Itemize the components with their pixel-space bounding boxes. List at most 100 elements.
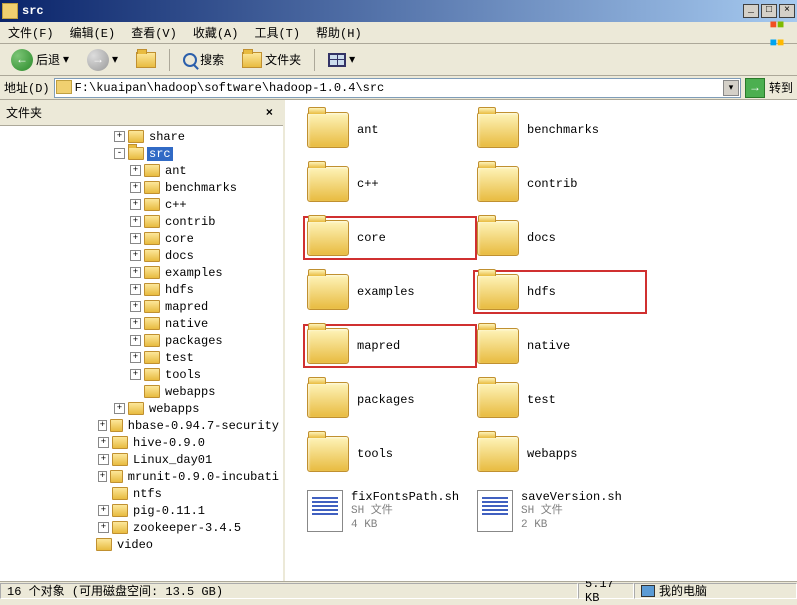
folder-icon <box>144 283 160 296</box>
folder-item-tools[interactable]: tools <box>305 434 475 474</box>
tree-expander[interactable]: + <box>98 454 109 465</box>
folder-icon <box>128 147 144 160</box>
folders-button[interactable]: 文件夹 <box>235 48 308 71</box>
folder-tree[interactable]: +share - src+ant+benchmarks+c+++contrib+co… <box>0 126 283 581</box>
tree-expander[interactable]: + <box>114 403 125 414</box>
tree-expander[interactable]: + <box>130 335 141 346</box>
item-name: benchmarks <box>527 123 599 137</box>
tree-item-zookeeper-3.4.5[interactable]: +zookeeper-3.4.5 <box>2 519 281 536</box>
tree-expander[interactable]: + <box>130 369 141 380</box>
menu-favorites[interactable]: 收藏(A) <box>185 21 247 44</box>
tree-expander[interactable]: + <box>130 182 141 193</box>
tree-expander[interactable]: + <box>130 267 141 278</box>
item-name: c++ <box>357 177 379 191</box>
tree-item-c++[interactable]: +c++ <box>2 196 281 213</box>
tree-expander[interactable]: + <box>98 505 109 516</box>
go-label: 转到 <box>769 79 793 96</box>
tree-item-tools[interactable]: +tools <box>2 366 281 383</box>
address-dropdown-button[interactable]: ▾ <box>723 80 739 96</box>
folder-item-examples[interactable]: examples <box>305 272 475 312</box>
file-icon <box>477 490 513 532</box>
folder-item-native[interactable]: native <box>475 326 645 366</box>
file-item-fixFontsPath.sh[interactable]: fixFontsPath.shSH 文件4 KB <box>305 488 475 534</box>
menu-help[interactable]: 帮助(H) <box>308 21 370 44</box>
tree-expander[interactable]: + <box>130 233 141 244</box>
tree-item-Linux_day01[interactable]: +Linux_day01 <box>2 451 281 468</box>
menu-edit[interactable]: 编辑(E) <box>62 21 124 44</box>
tree-item-hive-0.9.0[interactable]: +hive-0.9.0 <box>2 434 281 451</box>
tree-expander[interactable]: + <box>130 216 141 227</box>
tree-item-mapred[interactable]: +mapred <box>2 298 281 315</box>
tree-item-ntfs[interactable]: ntfs <box>2 485 281 502</box>
search-button[interactable]: 搜索 <box>176 48 231 71</box>
folder-item-benchmarks[interactable]: benchmarks <box>475 110 645 150</box>
back-button[interactable]: ← 后退 ▾ <box>4 46 76 74</box>
sidebar-close-button[interactable]: × <box>262 106 277 120</box>
folder-item-packages[interactable]: packages <box>305 380 475 420</box>
folder-item-c++[interactable]: c++ <box>305 164 475 204</box>
tree-item-video[interactable]: video <box>2 536 281 553</box>
item-name: mapred <box>357 339 400 353</box>
tree-expander[interactable]: + <box>130 352 141 363</box>
folder-item-docs[interactable]: docs <box>475 218 645 258</box>
tree-item-contrib[interactable]: +contrib <box>2 213 281 230</box>
folder-item-webapps[interactable]: webapps <box>475 434 645 474</box>
tree-expander[interactable]: + <box>130 199 141 210</box>
toolbar-separator <box>169 49 170 71</box>
folder-item-hdfs[interactable]: hdfs <box>475 272 645 312</box>
forward-button[interactable]: → ▾ <box>80 46 125 74</box>
tree-expander[interactable]: + <box>130 250 141 261</box>
windows-logo-icon: ■■■■ <box>757 23 797 43</box>
tree-expander[interactable]: + <box>130 318 141 329</box>
tree-item-label: hbase-0.94.7-security <box>126 419 281 433</box>
tree-expander[interactable]: + <box>98 437 109 448</box>
tree-expander[interactable]: + <box>130 301 141 312</box>
folder-item-mapred[interactable]: mapred <box>305 326 475 366</box>
tree-item-docs[interactable]: +docs <box>2 247 281 264</box>
folder-item-contrib[interactable]: contrib <box>475 164 645 204</box>
tree-item-native[interactable]: +native <box>2 315 281 332</box>
menu-file[interactable]: 文件(F) <box>0 21 62 44</box>
file-item-saveVersion.sh[interactable]: saveVersion.shSH 文件2 KB <box>475 488 645 534</box>
file-list[interactable]: ant benchmarks c++ contribcoredocsexamplesh… <box>285 100 797 581</box>
tree-expander[interactable]: + <box>98 471 107 482</box>
address-input[interactable] <box>54 78 741 98</box>
tree-item-examples[interactable]: +examples <box>2 264 281 281</box>
tree-expander[interactable]: - <box>114 148 125 159</box>
tree-expander[interactable]: + <box>130 165 141 176</box>
views-button[interactable]: ▾ <box>321 49 362 70</box>
folder-item-ant[interactable]: ant <box>305 110 475 150</box>
menu-view[interactable]: 查看(V) <box>123 21 185 44</box>
tree-item-hbase-0.94.7-security[interactable]: + hbase-0.94.7-security <box>2 417 281 434</box>
tree-item-benchmarks[interactable]: +benchmarks <box>2 179 281 196</box>
tree-item-share[interactable]: +share <box>2 128 281 145</box>
tree-item-webapps[interactable]: + webapps <box>2 400 281 417</box>
go-button[interactable]: → <box>745 78 765 98</box>
folder-icon <box>477 112 519 148</box>
tree-item-src[interactable]: - src <box>2 145 281 162</box>
tree-item-mrunit-0.9.0-incubati[interactable]: +mrunit-0.9.0-incubati <box>2 468 281 485</box>
tree-expander[interactable]: + <box>130 284 141 295</box>
tree-item-ant[interactable]: +ant <box>2 162 281 179</box>
folder-item-test[interactable]: test <box>475 380 645 420</box>
address-bar: 地址(D) ▾ → 转到 <box>0 76 797 100</box>
item-name: webapps <box>527 447 577 461</box>
menu-tools[interactable]: 工具(T) <box>246 21 308 44</box>
tree-item-hdfs[interactable]: +hdfs <box>2 281 281 298</box>
tree-item-packages[interactable]: +packages <box>2 332 281 349</box>
tree-expander[interactable]: + <box>98 420 107 431</box>
folder-icon <box>307 436 349 472</box>
tree-expander[interactable]: + <box>114 131 125 142</box>
minimize-button[interactable]: _ <box>743 4 759 18</box>
folder-icon <box>144 334 160 347</box>
tree-item-label: webapps <box>147 402 201 416</box>
folder-item-core[interactable]: core <box>305 218 475 258</box>
tree-item-webapps[interactable]: webapps <box>2 383 281 400</box>
tree-item-pig-0.11.1[interactable]: +pig-0.11.1 <box>2 502 281 519</box>
tree-item-test[interactable]: +test <box>2 349 281 366</box>
tree-item-label: src <box>147 147 173 161</box>
tree-item-core[interactable]: +core <box>2 230 281 247</box>
up-button[interactable] <box>129 49 163 71</box>
tree-expander[interactable]: + <box>98 522 109 533</box>
item-filetype: SH 文件 <box>351 504 459 518</box>
